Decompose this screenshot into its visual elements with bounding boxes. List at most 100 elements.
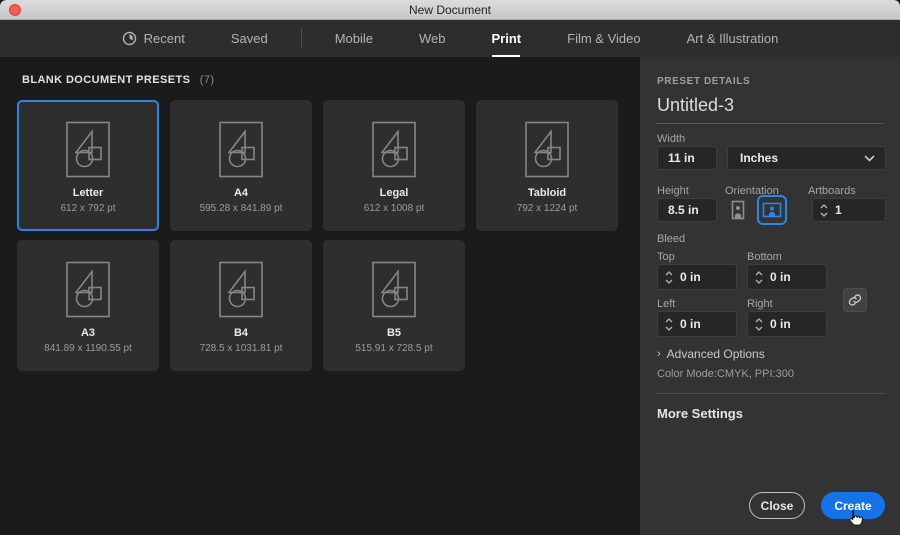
tab-label: Saved (231, 31, 268, 46)
blank-document-icon (219, 261, 263, 318)
create-button[interactable]: Create (821, 492, 885, 519)
chevron-down-icon (864, 155, 875, 162)
tab-mobile[interactable]: Mobile (335, 20, 373, 57)
document-name-input[interactable]: Untitled-3 (657, 95, 734, 116)
window-title: New Document (0, 0, 900, 20)
presets-heading: BLANK DOCUMENT PRESETS (22, 74, 190, 86)
tab-web[interactable]: Web (419, 20, 446, 57)
artboards-label: Artboards (808, 185, 856, 197)
preset-card-a4[interactable]: A4 595.28 x 841.89 pt (170, 100, 312, 231)
close-button-label: Close (761, 499, 794, 513)
color-mode-summary: Color Mode:CMYK, PPI:300 (657, 368, 794, 380)
preset-card-a3[interactable]: A3 841.89 x 1190.55 pt (17, 240, 159, 371)
stepper-down-icon[interactable] (755, 279, 763, 284)
blank-document-icon (66, 261, 110, 318)
portrait-orientation-icon (726, 198, 750, 222)
tab-label: Art & Illustration (687, 31, 779, 46)
bleed-link-button[interactable] (843, 288, 867, 312)
name-divider (656, 123, 884, 124)
advanced-options-toggle[interactable]: › Advanced Options (657, 347, 765, 361)
stepper-up-icon[interactable] (755, 318, 763, 323)
width-input[interactable]: 11 in (657, 146, 717, 170)
bleed-bottom-value: 0 in (770, 270, 791, 284)
tab-saved[interactable]: Saved (231, 20, 268, 57)
blank-document-icon (525, 121, 569, 178)
stepper-down-icon[interactable] (665, 279, 673, 284)
bleed-left-label: Left (657, 298, 675, 310)
tab-print[interactable]: Print (492, 20, 522, 57)
more-settings-link[interactable]: More Settings (657, 406, 743, 421)
preset-name: Legal (380, 187, 409, 200)
preset-name: A4 (234, 187, 248, 200)
preset-dimensions: 612 x 792 pt (60, 203, 115, 214)
tab-label: Web (419, 31, 446, 46)
advanced-options-label: Advanced Options (667, 347, 765, 361)
stepper-up-icon[interactable] (820, 204, 828, 209)
height-input[interactable]: 8.5 in (657, 198, 717, 222)
preset-card-tabloid[interactable]: Tabloid 792 x 1224 pt (476, 100, 618, 231)
preset-dimensions: 728.5 x 1031.81 pt (200, 343, 283, 354)
chevron-right-icon: › (657, 348, 661, 360)
stepper-up-icon[interactable] (755, 271, 763, 276)
preset-dimensions: 792 x 1224 pt (517, 203, 578, 214)
artboards-value: 1 (835, 203, 842, 217)
bleed-bottom-label: Bottom (747, 251, 782, 263)
bleed-left-value: 0 in (680, 317, 701, 331)
blank-document-icon (219, 121, 263, 178)
preset-card-b5[interactable]: B5 515.91 x 728.5 pt (323, 240, 465, 371)
preset-name: B5 (387, 327, 401, 340)
orientation-landscape-button[interactable] (757, 195, 787, 225)
tab-label: Mobile (335, 31, 373, 46)
preset-name: Letter (73, 187, 104, 200)
stepper-up-icon[interactable] (665, 271, 673, 276)
tab-art-illustration[interactable]: Art & Illustration (687, 20, 779, 57)
landscape-orientation-icon (760, 198, 784, 222)
stepper-up-icon[interactable] (665, 318, 673, 323)
tab-recent[interactable]: Recent (122, 20, 185, 57)
tab-label: Recent (144, 31, 185, 46)
panel-divider (656, 393, 886, 394)
preset-card-letter[interactable]: Letter 612 x 792 pt (17, 100, 159, 231)
presets-header: BLANK DOCUMENT PRESETS (7) (22, 74, 214, 86)
orientation-portrait-button[interactable] (725, 197, 751, 223)
height-value: 8.5 in (658, 203, 699, 217)
preset-dimensions: 841.89 x 1190.55 pt (44, 343, 132, 354)
bleed-top-label: Top (657, 251, 675, 263)
artboards-stepper[interactable]: 1 (812, 198, 886, 222)
preset-dimensions: 515.91 x 728.5 pt (355, 343, 432, 354)
preset-card-legal[interactable]: Legal 612 x 1008 pt (323, 100, 465, 231)
units-select[interactable]: Inches (727, 146, 886, 170)
stepper-down-icon[interactable] (755, 326, 763, 331)
close-button[interactable]: Close (749, 492, 805, 519)
bleed-left-stepper[interactable]: 0 in (657, 311, 737, 337)
height-label: Height (657, 185, 689, 197)
preset-card-b4[interactable]: B4 728.5 x 1031.81 pt (170, 240, 312, 371)
tab-film-video[interactable]: Film & Video (567, 20, 640, 57)
bleed-right-value: 0 in (770, 317, 791, 331)
preset-grid: Letter 612 x 792 pt A4 595.28 x 841.89 p… (17, 100, 618, 371)
create-button-label: Create (834, 499, 871, 513)
stepper-down-icon[interactable] (665, 326, 673, 331)
tab-label: Print (492, 31, 522, 46)
blank-document-icon (372, 261, 416, 318)
units-value: Inches (728, 151, 778, 165)
bleed-top-value: 0 in (680, 270, 701, 284)
stepper-down-icon[interactable] (820, 212, 828, 217)
preset-name: A3 (81, 327, 95, 340)
presets-count: (7) (200, 74, 215, 86)
bleed-right-stepper[interactable]: 0 in (747, 311, 827, 337)
tab-bar: Recent Saved Mobile Web Print Film & Vid… (0, 20, 900, 57)
link-icon (848, 293, 862, 307)
clock-icon (122, 31, 137, 46)
tab-label: Film & Video (567, 31, 640, 46)
preset-details-heading: PRESET DETAILS (657, 76, 750, 87)
width-label: Width (657, 133, 685, 145)
bleed-top-stepper[interactable]: 0 in (657, 264, 737, 290)
titlebar: New Document (0, 0, 900, 20)
bleed-bottom-stepper[interactable]: 0 in (747, 264, 827, 290)
blank-document-icon (66, 121, 110, 178)
preset-name: B4 (234, 327, 248, 340)
tab-divider (301, 28, 302, 49)
bleed-label: Bleed (657, 233, 685, 245)
bleed-right-label: Right (747, 298, 773, 310)
